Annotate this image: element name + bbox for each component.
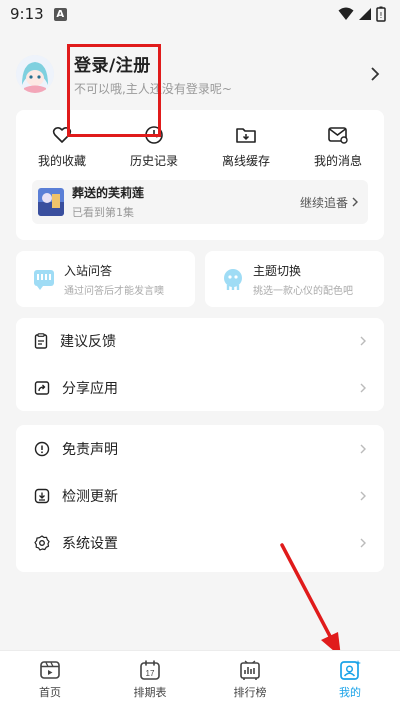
continue-label: 继续追番 [299,195,348,210]
entry-quiz-card[interactable]: 入站问答 通过问答后才能发言噢 [16,251,195,307]
messages-label: 我的消息 [313,154,362,168]
bottom-navigation: 首页 17 排期表 排行榜 我的 [0,650,400,711]
nav-label-schedule: 排期表 [133,686,167,699]
entry-quiz-subtitle: 通过问答后才能发言噢 [64,285,164,297]
favorites-label: 我的收藏 [37,154,86,168]
nav-label-mine: 我的 [339,686,361,699]
menu-label-feedback: 建议反馈 [60,334,116,351]
nav-tab-schedule[interactable]: 17 排期表 [100,651,200,711]
chevron-right-icon [360,491,366,500]
notification-badge-icon: A [53,7,67,21]
download-folder-icon [236,128,256,143]
signal-icon [359,8,371,20]
history-anime-title: 葬送的芙莉莲 [72,186,145,200]
nav-tab-mine[interactable]: 我的 [300,651,400,711]
ranking-icon [240,660,260,680]
profile-icon [340,660,361,680]
chevron-right-icon [360,538,366,547]
entry-quiz-title: 入站问答 [64,263,113,278]
menu-label-disclaimer: 免责声明 [62,441,118,458]
calendar-day: 17 [146,669,155,678]
annotation-highlight-box [67,44,161,137]
menu-group-2: 免责声明 检测更新 系统设置 [16,425,384,572]
menu-item-check-update[interactable]: 检测更新 [16,472,384,519]
menu-item-feedback[interactable]: 建议反馈 [16,318,384,365]
theme-switch-card[interactable]: 主题切换 挑选一款心仪的配色吧 [205,251,384,307]
status-bar: 9:13 A ! [0,0,400,28]
continue-watching-button[interactable]: 继续追番 [300,194,358,211]
info-icon [34,441,50,456]
chevron-right-icon [360,383,366,393]
message-icon [328,127,348,144]
offline-cache-label: 离线缓存 [221,154,270,168]
nav-label-ranking: 排行榜 [233,686,267,699]
history-progress: 已看到第1集 [72,206,134,219]
nav-tab-home[interactable]: 首页 [0,651,100,711]
offline-cache-button[interactable]: 离线缓存 [206,124,286,174]
chevron-right-icon [360,444,366,453]
theme-icon [224,269,242,290]
battery-icon: ! [376,6,386,22]
avatar[interactable] [16,55,54,93]
svg-text:!: ! [379,11,382,20]
menu-label-check-update: 检测更新 [62,488,118,505]
chevron-right-icon [352,197,358,207]
quiz-icon [34,270,54,290]
menu-item-share[interactable]: 分享应用 [16,365,384,412]
chevron-right-icon[interactable] [370,67,380,81]
history-label: 历史记录 [129,154,178,168]
calendar-icon: 17 [140,660,160,680]
menu-label-settings: 系统设置 [62,535,118,552]
settings-icon [34,534,50,551]
menu-item-settings[interactable]: 系统设置 [16,519,384,566]
chevron-right-icon [360,336,366,346]
update-icon [34,488,50,503]
home-icon [40,661,60,679]
messages-button[interactable]: 我的消息 [298,124,378,174]
theme-switch-subtitle: 挑选一款心仪的配色吧 [253,285,353,297]
wifi-icon [338,7,354,20]
theme-switch-title: 主题切换 [253,263,302,278]
continue-watching-bar[interactable]: 葬送的芙莉莲 已看到第1集 继续追番 [32,180,368,224]
share-icon [34,381,50,395]
nav-tab-ranking[interactable]: 排行榜 [200,651,300,711]
status-time: 9:13 [10,5,44,23]
feedback-icon [34,333,48,349]
anime-thumbnail [38,188,64,216]
menu-group-1: 建议反馈 分享应用 [16,318,384,411]
menu-item-disclaimer[interactable]: 免责声明 [16,425,384,472]
menu-label-share: 分享应用 [62,380,118,397]
nav-label-home: 首页 [39,686,61,699]
